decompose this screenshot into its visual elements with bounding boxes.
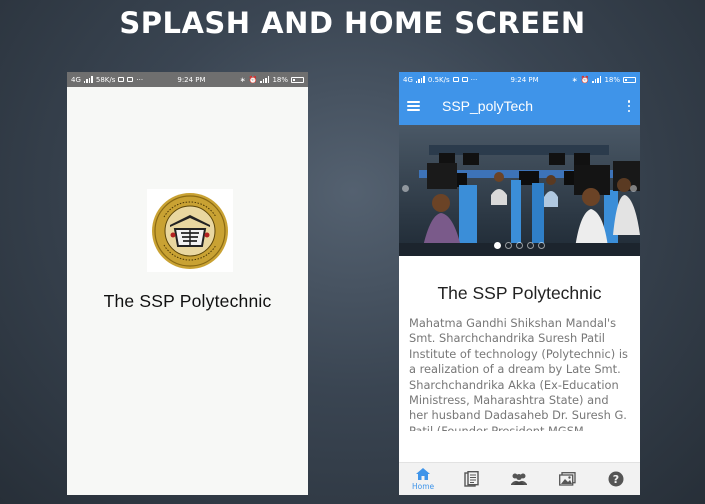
carousel-dot[interactable] [538,242,545,249]
status-bar: 4G 58K/s ··· 9:24 PM ∗ ⏰ 18% [67,72,308,87]
notification-icon [461,77,468,82]
image-carousel[interactable] [399,125,640,256]
carousel-dot[interactable] [527,242,534,249]
notification-icon [127,77,134,82]
college-logo [147,189,233,272]
splash-screen: 4G 58K/s ··· 9:24 PM ∗ ⏰ 18% The SSP Pol… [67,72,308,495]
app-bar: SSP_polyTech [399,87,640,125]
college-name: The SSP Polytechnic [103,291,272,311]
carousel-dot[interactable] [494,242,501,249]
carousel-indicators[interactable] [399,242,640,249]
people-icon [511,473,528,485]
signal-icon [260,76,270,83]
nav-home[interactable]: Home [403,467,443,491]
signal-icon [83,76,93,83]
more-notifications: ··· [470,75,478,84]
signal-icon [415,76,425,83]
document-icon [464,471,479,487]
status-time: 9:24 PM [510,75,539,84]
signal-icon [592,76,602,83]
battery-icon [291,76,304,83]
bluetooth-icon: ∗ [239,75,246,84]
home-icon [416,468,431,480]
nav-documents[interactable] [451,471,491,487]
bottom-navigation: Home ? [399,462,640,495]
alarm-icon: ⏰ [580,75,590,84]
carousel-prev[interactable] [402,185,409,192]
home-screen: 4G 0.5K/s ··· 9:24 PM ∗ ⏰ 18% SSP_polyTe… [399,72,640,495]
bluetooth-icon: ∗ [571,75,578,84]
network-type: 4G [71,75,81,84]
gallery-icon [559,472,576,486]
nav-home-label: Home [412,482,435,491]
carousel-next[interactable] [630,185,637,192]
status-time: 9:24 PM [177,75,206,84]
menu-icon[interactable] [407,101,420,111]
notification-icon [118,77,125,82]
nav-help[interactable]: ? [596,471,636,487]
page-heading: SPLASH AND HOME SCREEN [119,6,586,40]
app-title: SSP_polyTech [442,98,534,114]
college-heading: The SSP Polytechnic [437,283,602,303]
carousel-dot[interactable] [505,242,512,249]
data-speed: 58K/s [95,75,116,84]
battery-percent: 18% [272,75,288,84]
status-bar: 4G 0.5K/s ··· 9:24 PM ∗ ⏰ 18% [399,72,640,87]
nav-gallery[interactable] [548,472,588,486]
svg-text:?: ? [613,473,619,486]
help-icon: ? [608,471,624,487]
more-notifications: ··· [136,75,144,84]
alarm-icon: ⏰ [248,75,258,84]
college-description: Mahatma Gandhi Shikshan Mandal's Smt. Sh… [409,316,628,431]
more-options-icon[interactable] [626,100,632,112]
computer-lab-photo [399,125,640,256]
network-type: 4G [403,75,413,84]
notification-icon [452,77,459,82]
battery-icon [623,76,636,83]
battery-percent: 18% [604,75,620,84]
carousel-dot[interactable] [516,242,523,249]
data-speed: 0.5K/s [427,75,450,84]
nav-people[interactable] [499,472,539,486]
